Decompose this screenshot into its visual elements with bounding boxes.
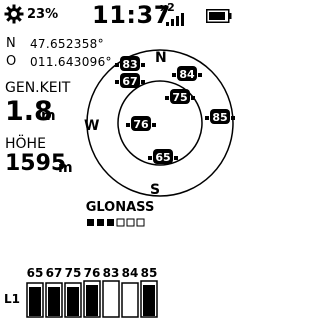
battery-icon [206,9,232,23]
page-dot[interactable] [116,218,125,227]
direction-north: N [155,50,167,66]
page-dot[interactable] [136,218,145,227]
page-dot[interactable] [107,219,114,226]
signal-bars-icon [166,13,184,26]
altitude-label: HÖHE [5,136,46,152]
satellite-marker: 76 [126,116,156,131]
latitude-prefix: N [6,36,16,51]
gear-icon [4,4,24,24]
satellite-marker: 65 [148,149,178,164]
satellite-id: 75 [172,91,187,104]
page-dot[interactable] [126,218,135,227]
altitude-unit: m [58,160,73,176]
page-dot[interactable] [87,219,94,226]
signal-bar [86,285,98,316]
sky-outer-ring [86,49,234,197]
longitude-prefix: O [6,54,17,69]
constellation-label: GLONASS [85,200,155,215]
satellite-marker: 83 [115,56,145,71]
satellite-id: 84 [179,68,195,81]
satellite-id: 83 [122,58,137,71]
satellite-marker: 75 [165,89,195,104]
speed-unit: m [41,108,56,124]
battery-percent: 23% [27,7,59,22]
satellite-id: 85 [212,111,227,124]
signal-bar [67,287,79,316]
signal-bars-chart [26,280,158,318]
sky-plot: N S W 83 67 84 75 76 85 65 [84,49,235,198]
direction-south: S [150,182,160,198]
satellite-id: 76 [133,118,149,131]
satellite-marker: 85 [205,109,235,124]
signal-bar [48,287,60,316]
satellite-id: 67 [122,75,137,88]
page-dot[interactable] [97,219,104,226]
speed-label: GEN.KEIT [5,80,71,96]
page-indicator[interactable] [86,218,156,228]
signal-bar [143,285,155,316]
direction-west: W [84,118,99,134]
signal-bar [29,287,41,316]
satellite-marker: 84 [172,66,202,81]
signal-bar-frame [102,280,120,318]
signal-bar-frame [121,282,139,318]
satellite-id: 65 [155,151,170,164]
